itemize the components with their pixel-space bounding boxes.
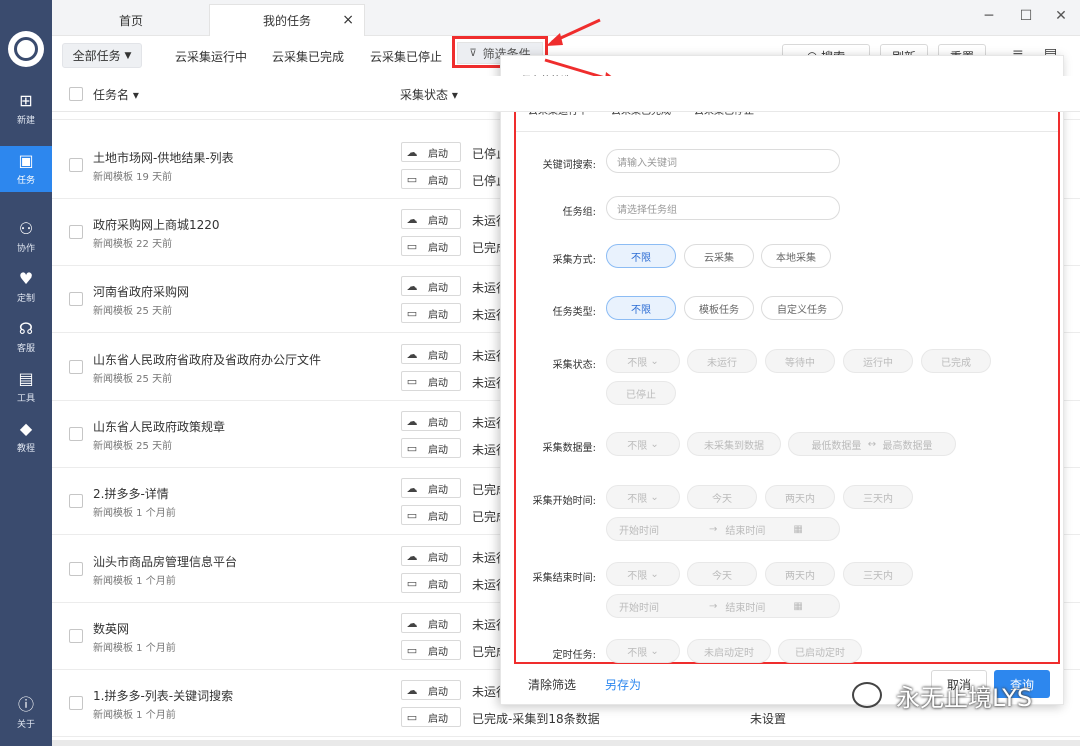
select-all-checkbox[interactable] [69,87,83,101]
watermark-text: 永无止境LYS [896,684,1033,712]
wechat-logo-icon [852,682,882,708]
arrow-head-top [546,33,563,46]
column-status[interactable]: 采集状态 ▾ [400,86,458,103]
list-header-cover: 任务名 ▾ 采集状态 ▾ [52,76,1080,112]
column-task-name[interactable]: 任务名 ▾ [93,86,139,103]
